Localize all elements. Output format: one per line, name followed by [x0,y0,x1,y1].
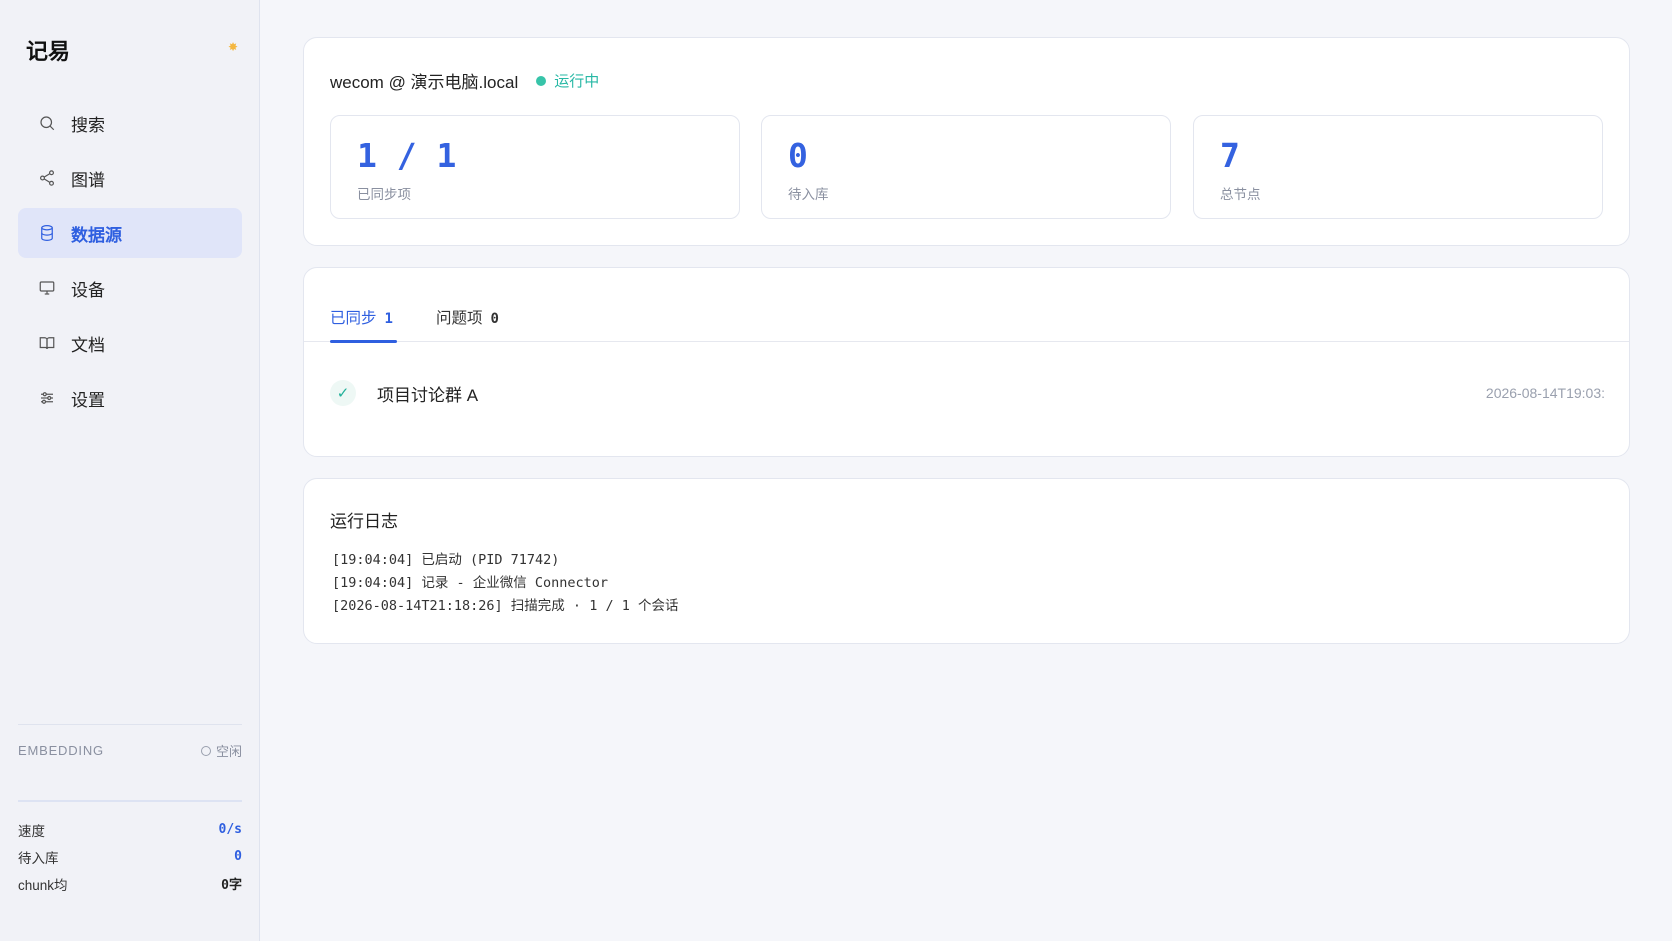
synced-items-card: 已同步 1 问题项 0 ✓ 项目讨论群 A 2026-08-14T19:03: [303,267,1630,457]
monitor-icon [39,281,55,295]
book-icon [39,337,55,350]
metric-label: 待入库 [788,187,829,202]
log-line: [19:04:04] 记录 - 企业微信 Connector [332,575,609,591]
log-title: 运行日志 [330,512,398,531]
list-item[interactable]: ✓ 项目讨论群 A 2026-08-14T19:03: [330,380,1605,406]
embedding-label: EMBEDDING [18,743,104,758]
sliders-icon [41,392,53,404]
embedding-status-row: EMBEDDING 空闲 [18,724,242,760]
log-line: [19:04:04] 已启动 (PID 71742) [332,552,560,568]
metric-label: 总节点 [1220,187,1261,202]
tab-issues[interactable]: 问题项 0 [436,306,499,328]
stat-value: 0/s [218,822,242,837]
tab-label: 已同步 [330,310,377,327]
log-lines: [19:04:04] 已启动 (PID 71742) [19:04:04] 记录… [332,549,678,618]
tab-count: 1 [384,311,393,327]
source-overview-card: wecom @ 演示电脑.local 运行中 1 / 1 已同步项 0 待入库 … [303,37,1630,246]
sidebar-nav: 搜索 图谱 数据源 设备 文档 设置 [18,98,242,428]
sidebar-item-datasource[interactable]: 数据源 [18,208,242,258]
app-brand: 记易 [26,39,71,64]
metric-total-nodes: 7 总节点 [1193,115,1603,219]
tab-label: 问题项 [436,310,483,327]
sidebar-item-label: 搜索 [71,115,105,135]
stat-pending: 待入库 0 [18,843,242,870]
metric-synced: 1 / 1 已同步项 [330,115,740,219]
sun-icon[interactable]: ✸ [228,41,240,53]
sidebar-item-label: 图谱 [71,170,105,190]
tab-count: 0 [490,311,499,327]
source-title: wecom @ 演示电脑.local [330,73,519,92]
share-graph-icon [40,170,54,186]
metric-value: 1 / 1 [357,136,457,175]
embedding-status-text: 空闲 [215,744,242,759]
search-icon [40,116,55,131]
stat-value: 0 [234,849,242,864]
sidebar-item-search[interactable]: 搜索 [18,98,242,148]
source-header: wecom @ 演示电脑.local 运行中 [330,68,599,93]
metric-value: 7 [1220,136,1240,175]
metric-label: 已同步项 [357,187,411,202]
item-name: 项目讨论群 A [377,385,479,405]
run-log-card: 运行日志 [19:04:04] 已启动 (PID 71742) [19:04:0… [303,478,1630,644]
status-badge: 运行中 [536,70,599,91]
sidebar-item-label: 数据源 [71,225,122,245]
status-text: 运行中 [554,73,600,90]
stat-value: 0字 [221,878,242,893]
item-timestamp: 2026-08-14T19:03: [1485,385,1605,401]
embedding-status: 空闲 [200,741,242,760]
sidebar-item-label: 设置 [71,390,105,410]
embedding-stats: 速度 0/s 待入库 0 chunk均 0字 [18,816,242,897]
active-tab-indicator [330,340,397,343]
status-dot-icon [536,75,547,86]
sidebar-item-label: 设备 [71,280,105,300]
metric-pending: 0 待入库 [761,115,1171,219]
log-line: [2026-08-14T21:18:26] 扫描完成 · 1 / 1 个会话 [332,598,679,614]
sidebar-item-settings[interactable]: 设置 [18,373,242,423]
tab-bar: 已同步 1 问题项 0 [304,268,1629,343]
sidebar-item-graph[interactable]: 图谱 [18,153,242,203]
stat-speed: 速度 0/s [18,816,242,843]
check-icon: ✓ [330,380,356,406]
idle-ring-icon [200,745,211,756]
stat-label: 速度 [18,823,45,839]
sidebar-item-devices[interactable]: 设备 [18,263,242,313]
stat-label: chunk均 [18,877,68,893]
embedding-progress-bar [18,800,242,802]
database-icon [41,225,53,241]
tab-synced[interactable]: 已同步 1 [330,306,393,328]
stat-label: 待入库 [18,850,59,866]
sidebar-item-docs[interactable]: 文档 [18,318,242,368]
metric-value: 0 [788,136,808,175]
stat-chunk-avg: chunk均 0字 [18,870,242,897]
sidebar: 记易 ✸ 搜索 图谱 数据源 设备 文档 设置 EMBEDDING 空闲 速度 … [0,0,260,941]
sidebar-item-label: 文档 [71,335,105,355]
